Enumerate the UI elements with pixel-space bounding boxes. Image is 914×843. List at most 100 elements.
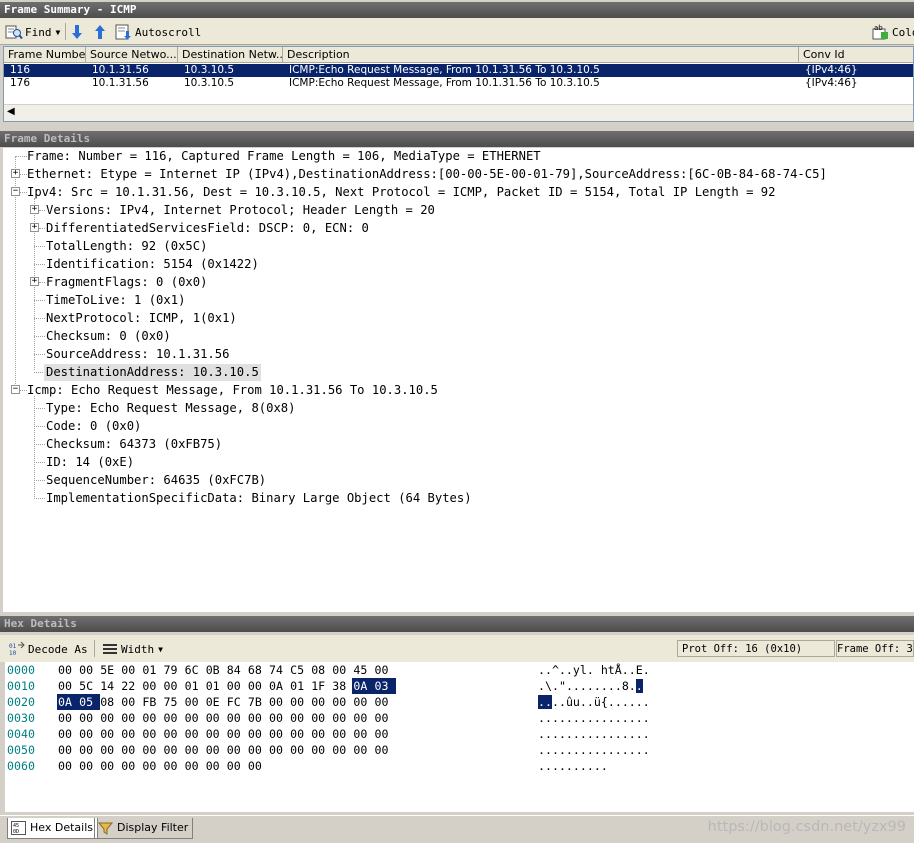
hex-byte[interactable]: 00 [163, 710, 185, 726]
hex-byte[interactable]: 00 [120, 662, 142, 678]
hex-byte[interactable]: 00 [205, 726, 227, 742]
column-source[interactable]: Source Netwo... [86, 47, 178, 63]
hex-byte[interactable]: 00 [57, 662, 79, 678]
tree-node-type[interactable]: Type: Echo Request Message, 8(0x8) [46, 400, 295, 417]
hex-byte[interactable]: 00 [226, 710, 248, 726]
hex-byte[interactable]: 5C [78, 678, 100, 694]
hex-byte[interactable]: 00 [163, 726, 185, 742]
tab-display-filter[interactable]: Display Filter [94, 818, 194, 839]
hex-ascii[interactable]: ....ûu..ü{...... [538, 694, 650, 710]
width-dropdown[interactable]: Width ▼ [102, 639, 163, 659]
hex-byte[interactable]: 00 [226, 678, 248, 694]
tree-node-destination-address[interactable]: DestinationAddress: 10.3.10.5 [44, 364, 261, 381]
hex-byte[interactable]: 14 [99, 678, 121, 694]
hex-byte[interactable]: 00 [226, 742, 248, 758]
hex-byte[interactable]: 00 [120, 742, 142, 758]
hex-byte[interactable]: 00 [184, 694, 206, 710]
hex-byte[interactable]: 00 [331, 726, 353, 742]
column-frame-number[interactable]: Frame Number [4, 47, 86, 63]
hex-byte[interactable]: 00 [120, 758, 142, 774]
collapse-icon[interactable]: − [11, 187, 20, 196]
hex-byte[interactable]: 00 [184, 742, 206, 758]
hex-byte[interactable]: 00 [57, 726, 79, 742]
hex-ascii[interactable]: .......... [538, 758, 608, 774]
tree-node-frame[interactable]: Frame: Number = 116, Captured Frame Leng… [27, 148, 541, 165]
tree-node-versions[interactable]: Versions: IPv4, Internet Protocol; Heade… [46, 202, 435, 219]
hex-byte[interactable]: 03 [373, 678, 396, 694]
table-row[interactable]: 116 10.1.31.56 10.3.10.5 ICMP:Echo Reque… [4, 64, 913, 77]
hex-byte[interactable]: 01 [141, 662, 163, 678]
tree-node-checksum[interactable]: Checksum: 0 (0x0) [46, 328, 171, 345]
column-destination[interactable]: Destination Netw... [178, 47, 283, 63]
hex-byte[interactable]: 00 [310, 726, 332, 742]
hex-byte[interactable]: 5E [99, 662, 121, 678]
hex-byte[interactable]: 38 [331, 678, 353, 694]
hex-byte[interactable]: 01 [205, 678, 227, 694]
expand-icon[interactable]: + [30, 277, 39, 286]
hex-byte[interactable]: 00 [247, 678, 269, 694]
hex-byte[interactable]: 00 [374, 742, 396, 758]
hex-byte[interactable]: 00 [184, 758, 206, 774]
hex-byte[interactable]: 00 [310, 742, 332, 758]
hex-byte[interactable]: 75 [163, 694, 185, 710]
tree-node-ttl[interactable]: TimeToLive: 1 (0x1) [46, 292, 185, 309]
hex-byte[interactable]: 74 [268, 662, 290, 678]
hex-byte[interactable]: 00 [268, 726, 290, 742]
hex-byte[interactable]: 00 [205, 742, 227, 758]
hex-byte[interactable]: 05 [78, 694, 101, 710]
tree-node-ipv4[interactable]: Ipv4: Src = 10.1.31.56, Dest = 10.3.10.5… [27, 184, 775, 201]
hex-byte[interactable]: 00 [163, 678, 185, 694]
hex-byte[interactable]: 00 [310, 694, 332, 710]
hex-byte[interactable]: 08 [99, 694, 121, 710]
next-button[interactable] [70, 22, 84, 42]
hex-byte[interactable]: 00 [57, 742, 79, 758]
hex-byte[interactable]: 00 [141, 678, 163, 694]
tree-node-icmp-checksum[interactable]: Checksum: 64373 (0xFB75) [46, 436, 222, 453]
column-conv-id[interactable]: Conv Id [799, 47, 913, 63]
tree-node-sequence-number[interactable]: SequenceNumber: 64635 (0xFC7B) [46, 472, 266, 489]
hex-byte[interactable]: 00 [268, 694, 290, 710]
hex-byte[interactable]: 00 [78, 758, 100, 774]
tree-node-implementation-data[interactable]: ImplementationSpecificData: Binary Large… [46, 490, 472, 507]
hex-byte[interactable]: 00 [289, 694, 311, 710]
hex-byte[interactable]: FB [141, 694, 163, 710]
tree-node-dsfield[interactable]: DifferentiatedServicesField: DSCP: 0, EC… [46, 220, 369, 237]
hex-byte[interactable]: 00 [120, 694, 142, 710]
hex-byte[interactable]: 00 [331, 742, 353, 758]
hex-byte[interactable]: 00 [374, 662, 396, 678]
hex-byte[interactable]: 00 [226, 726, 248, 742]
tree-node-icmp[interactable]: Icmp: Echo Request Message, From 10.1.31… [27, 382, 438, 399]
hex-ascii[interactable]: ................ [538, 742, 650, 758]
hex-byte[interactable]: 6C [184, 662, 206, 678]
hex-byte[interactable]: 00 [247, 742, 269, 758]
hex-byte[interactable]: 00 [184, 710, 206, 726]
tree-node-source-address[interactable]: SourceAddress: 10.1.31.56 [46, 346, 229, 363]
hex-ascii[interactable]: ................ [538, 710, 650, 726]
hex-byte[interactable]: 00 [268, 742, 290, 758]
hex-view[interactable]: 0000 00 00 5E 00 01 79 6C 0B 84 68 74 C5 08 00 45 00 ..^.… [5, 662, 914, 812]
hex-byte[interactable]: 00 [331, 694, 353, 710]
hex-byte[interactable]: 00 [247, 758, 269, 774]
collapse-icon[interactable]: − [11, 385, 20, 394]
tree-node-identification[interactable]: Identification: 5154 (0x1422) [46, 256, 259, 273]
hex-byte[interactable]: 00 [247, 726, 269, 742]
hex-byte[interactable]: 00 [268, 710, 290, 726]
hex-byte[interactable]: C5 [289, 662, 311, 678]
hex-byte[interactable]: 00 [205, 710, 227, 726]
hex-byte[interactable]: 00 [141, 710, 163, 726]
hex-byte[interactable]: 00 [374, 710, 396, 726]
hex-byte[interactable]: 00 [352, 742, 374, 758]
hex-byte[interactable]: 00 [289, 742, 311, 758]
hex-byte[interactable]: 00 [184, 726, 206, 742]
hex-byte[interactable]: 00 [57, 678, 79, 694]
hex-byte[interactable]: 1F [310, 678, 332, 694]
expand-icon[interactable]: + [11, 169, 20, 178]
tree-node-id[interactable]: ID: 14 (0xE) [46, 454, 134, 471]
hex-byte[interactable]: 00 [78, 662, 100, 678]
hex-byte[interactable]: 00 [163, 742, 185, 758]
expand-icon[interactable]: + [30, 223, 39, 232]
tree-node-fragment-flags[interactable]: FragmentFlags: 0 (0x0) [46, 274, 207, 291]
hex-byte[interactable]: 01 [289, 678, 311, 694]
hex-byte[interactable]: 00 [289, 710, 311, 726]
hex-byte[interactable]: 00 [99, 726, 121, 742]
